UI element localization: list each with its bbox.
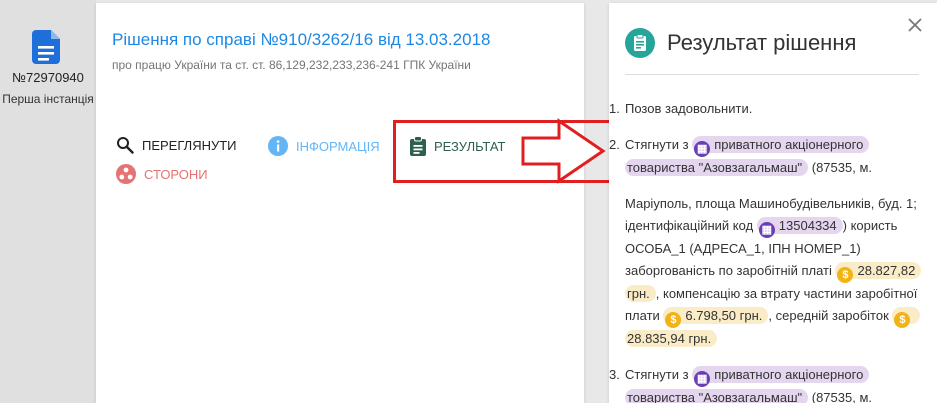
- building-icon: ▦: [758, 222, 775, 238]
- decision-subtitle: про працю України та ст. ст. 86,129,232,…: [112, 58, 471, 72]
- result-item-text: Позов задовольнити.: [625, 101, 753, 116]
- coin-icon: $: [665, 312, 682, 328]
- parties-button[interactable]: СТОРОНИ: [116, 164, 208, 184]
- view-button-label: ПЕРЕГЛЯНУТИ: [142, 137, 237, 153]
- info-button[interactable]: ІНФОРМАЦІЯ: [268, 136, 380, 156]
- panel-divider: [625, 74, 919, 75]
- annotation-arrow-icon: [521, 118, 606, 184]
- search-icon: [117, 137, 134, 154]
- info-button-label: ІНФОРМАЦІЯ: [296, 138, 380, 154]
- decision-title[interactable]: Рішення по справі №910/3262/16 від 13.03…: [112, 30, 490, 50]
- building-icon: ▦: [694, 371, 711, 387]
- coin-icon: $: [894, 312, 911, 328]
- case-rail: №72970940 Перша інстанція: [0, 0, 96, 403]
- result-list: 1. Позов задовольнити. 2. Стягнути з ▦ пр…: [609, 98, 929, 403]
- decision-card: Рішення по справі №910/3262/16 від 13.03…: [96, 3, 617, 403]
- result-item: 1. Позов задовольнити.: [609, 98, 929, 120]
- money-chip[interactable]: $6.798,50 грн.: [663, 307, 769, 328]
- code-chip[interactable]: ▦ 13504334: [756, 217, 843, 238]
- instance-label: Перша інстанція: [2, 92, 94, 106]
- case-number: №72970940: [12, 70, 84, 85]
- document-icon: [32, 30, 60, 64]
- result-item: 2. Стягнути з ▦ приватного акціонерного т…: [609, 134, 929, 350]
- building-icon: ▦: [694, 141, 711, 157]
- clipboard-icon: [625, 28, 655, 58]
- info-icon: [268, 136, 288, 156]
- coin-icon: $: [837, 267, 854, 283]
- parties-button-label: СТОРОНИ: [144, 166, 208, 182]
- result-item: 3. Стягнути з ▦ приватного акціонерного т…: [609, 364, 929, 403]
- view-button[interactable]: ПЕРЕГЛЯНУТИ: [116, 136, 237, 154]
- parties-icon: [116, 164, 136, 184]
- panel-title: Результат рішення: [667, 30, 857, 55]
- result-panel: Результат рішення 1. Позов задовольнити.…: [609, 3, 937, 403]
- close-icon[interactable]: [908, 18, 922, 32]
